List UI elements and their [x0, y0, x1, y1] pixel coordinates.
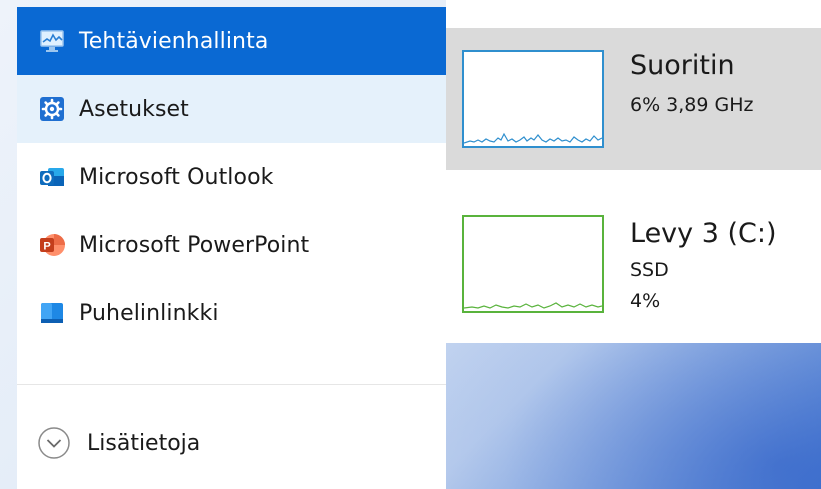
task-manager-icon — [39, 28, 65, 54]
disk-title: Levy 3 (C:) — [630, 218, 777, 249]
menu-item-task-manager[interactable]: Tehtävienhallinta — [17, 7, 446, 75]
disk-usage: 4% — [630, 290, 661, 312]
cpu-detail: 6% 3,89 GHz — [630, 94, 754, 116]
powerpoint-icon: P — [39, 232, 65, 258]
settings-gear-icon — [39, 96, 65, 122]
context-menu: Tehtävienhallinta Asetukset Microsoft Ou… — [17, 7, 446, 489]
performance-panel: Suoritin 6% 3,89 GHz Levy 3 (C:) SSD 4% — [446, 0, 821, 343]
menu-item-label: Microsoft PowerPoint — [79, 232, 310, 258]
menu-item-label: Tehtävienhallinta — [79, 28, 269, 54]
menu-item-outlook[interactable]: Microsoft Outlook — [17, 143, 446, 211]
cpu-title: Suoritin — [630, 50, 735, 81]
performance-item-cpu[interactable]: Suoritin 6% 3,89 GHz — [446, 28, 821, 170]
menu-item-label: Puhelinlinkki — [79, 300, 219, 326]
performance-item-disk[interactable]: Levy 3 (C:) SSD 4% — [446, 170, 821, 343]
menu-item-settings[interactable]: Asetukset — [17, 75, 446, 143]
disk-usage-graph — [462, 215, 604, 313]
outlook-icon — [39, 164, 65, 190]
menu-divider — [17, 384, 446, 385]
panel-top-strip — [446, 0, 821, 28]
cpu-usage-graph — [462, 50, 604, 148]
svg-text:P: P — [43, 241, 50, 253]
more-details-label: Lisätietoja — [87, 430, 201, 456]
menu-item-powerpoint[interactable]: P Microsoft PowerPoint — [17, 211, 446, 279]
more-details-button[interactable]: Lisätietoja — [17, 411, 446, 475]
menu-item-label: Asetukset — [79, 96, 189, 122]
chevron-down-circle-icon — [37, 426, 71, 460]
menu-item-label: Microsoft Outlook — [79, 164, 274, 190]
disk-type: SSD — [630, 259, 669, 281]
phone-link-icon — [39, 300, 65, 326]
menu-item-phone-link[interactable]: Puhelinlinkki — [17, 279, 446, 347]
